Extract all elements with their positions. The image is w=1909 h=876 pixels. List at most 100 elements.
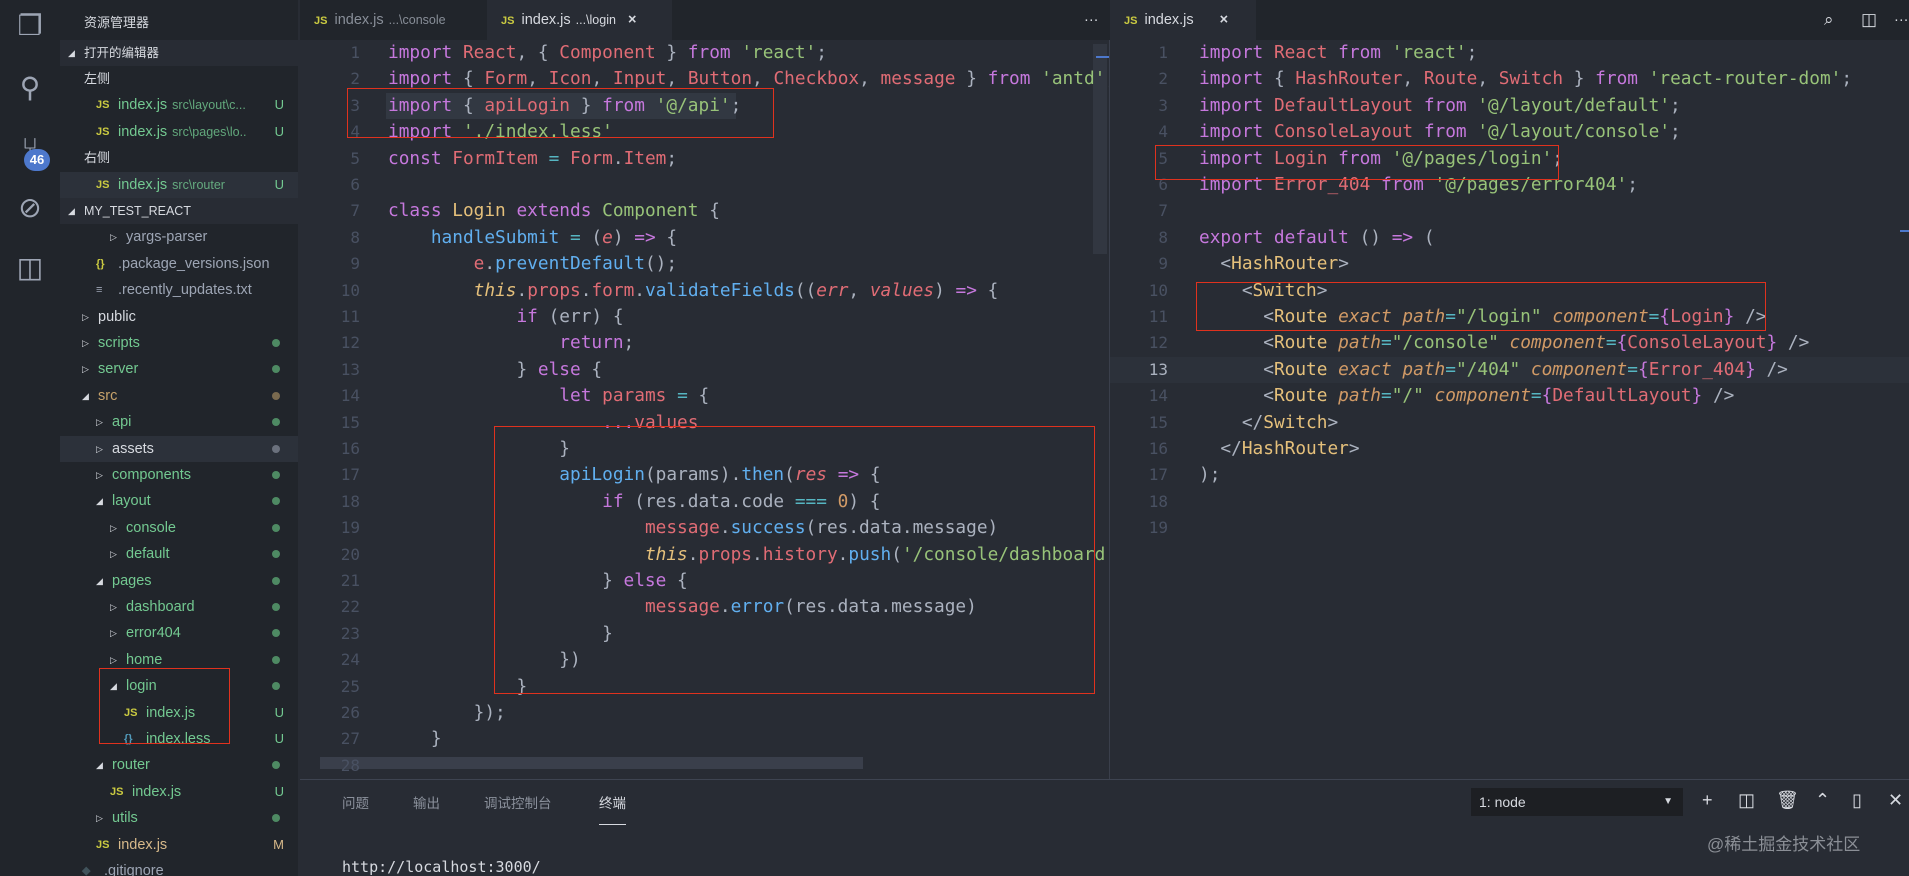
file-item[interactable]: JS index.js src\pages\lo.. U (60, 119, 298, 145)
code-line: let params = { (388, 383, 709, 409)
layout-icon[interactable]: ▯ (1852, 790, 1862, 811)
line-number: 21 (340, 571, 360, 590)
folder-item[interactable]: ▷ default (60, 541, 298, 567)
code-line: </Switch> (1199, 410, 1338, 436)
code-token: values (869, 279, 935, 301)
folder-item[interactable]: ▷ yargs-parser (60, 224, 298, 250)
tab-output[interactable]: 输出 (413, 792, 440, 812)
folder-item[interactable]: ◢ pages (60, 568, 298, 594)
line-number: 19 (340, 518, 360, 538)
search-icon[interactable]: ⚲ (12, 70, 48, 106)
highlight-box (1196, 282, 1766, 331)
code-token: { (591, 358, 603, 380)
editor-group-label[interactable]: 右侧 (60, 145, 298, 171)
open-editors-header[interactable]: ◢ 打开的编辑器 (60, 40, 298, 66)
horizontal-scrollbar[interactable] (320, 757, 863, 769)
file-item[interactable]: JS index.js M (60, 832, 298, 858)
tab-terminal[interactable]: 终端 (599, 792, 626, 825)
tab-index-login[interactable]: JS index.js ...\login × (487, 0, 672, 40)
folder-label: public (98, 308, 136, 325)
code-token: Component (559, 42, 656, 63)
close-icon[interactable]: × (628, 12, 636, 28)
js-file-icon: JS (96, 838, 110, 851)
split-icon[interactable]: ◫ (1738, 790, 1755, 811)
maximize-icon[interactable]: ⌃ (1815, 790, 1830, 811)
file-item[interactable]: ◆ .gitignore (60, 858, 298, 876)
folder-item[interactable]: ▷ server (60, 356, 298, 382)
code-token: < (1199, 358, 1274, 380)
code-token: { (1637, 358, 1649, 380)
left-editor-tabs: JS index.js ...\console JS index.js ...\logi… (300, 0, 1110, 40)
open-preview-icon[interactable]: ⌕ (1810, 0, 1834, 40)
folder-label: router (112, 757, 150, 774)
folder-item[interactable]: ◢ layout (60, 488, 298, 514)
terminal-select[interactable]: 1: node ▼ (1471, 788, 1683, 816)
code-token: (( (794, 279, 817, 301)
folder-item[interactable]: ▷ public (60, 304, 298, 330)
folder-label: pages (112, 572, 152, 589)
git-status-dot (272, 629, 280, 638)
code-line: if (err) { (388, 304, 623, 330)
trash-icon[interactable]: 🗑 (1776, 790, 1799, 811)
more-icon[interactable]: ··· (1880, 0, 1909, 40)
file-label: .gitignore (104, 863, 164, 876)
file-item[interactable]: {} .package_versions.json (60, 251, 298, 277)
split-editor-icon[interactable]: ◫ (1847, 0, 1877, 40)
code-line: } (388, 726, 442, 752)
folder-item[interactable]: ▷ scripts (60, 330, 298, 356)
folder-item[interactable]: ▷ error404 (60, 620, 298, 646)
extensions-icon[interactable]: ◫ (12, 250, 48, 286)
code-token: Icon (548, 68, 592, 90)
code-token: class (388, 200, 453, 222)
file-item[interactable]: ≡ .recently_updates.txt (60, 277, 298, 303)
folder-item[interactable]: ▷ dashboard (60, 594, 298, 620)
folder-item[interactable]: ▷ console (60, 515, 298, 541)
scroll-marker (1096, 56, 1110, 58)
folder-item[interactable]: ◢ src (60, 383, 298, 409)
debug-icon[interactable]: ⊘ (12, 190, 48, 226)
collapsed-chevron-icon: ▷ (82, 311, 89, 322)
git-status-dot (272, 682, 280, 691)
tab-router-index[interactable]: JS index.js × (1110, 0, 1256, 40)
code-line: const FormItem = Form.Item; (388, 146, 677, 172)
files-icon[interactable]: ❐ (12, 8, 48, 44)
bottom-panel: 问题 输出 调试控制台 终端 1: node ▼ + ◫ 🗑 ⌃ ▯ ✕ @稀土… (300, 779, 1909, 876)
close-icon[interactable]: ✕ (1888, 790, 1903, 811)
code-token: { (698, 385, 710, 407)
folder-item[interactable]: ▷ assets (60, 435, 298, 462)
file-path: src\layout\c... (172, 98, 246, 113)
more-icon[interactable]: ··· (1070, 0, 1099, 40)
code-token: DefaultLayout (1273, 94, 1424, 116)
folder-item[interactable]: ▷ utils (60, 805, 298, 831)
close-icon[interactable]: × (1220, 12, 1228, 28)
line-number: 14 (340, 386, 360, 406)
js-file-icon: JS (96, 99, 110, 112)
folder-label: error404 (126, 625, 181, 642)
tab-problems[interactable]: 问题 (342, 792, 369, 812)
line-number: 8 (1158, 227, 1168, 247)
project-header[interactable]: ◢ MY_TEST_REACT (60, 198, 298, 224)
code-line: this.props.form.validateFields((err, val… (388, 278, 999, 304)
add-icon[interactable]: + (1702, 790, 1713, 811)
file-item[interactable]: JS index.js src\router U (60, 171, 298, 198)
file-item[interactable]: JS index.js src\layout\c... U (60, 92, 298, 118)
line-number: 8 (350, 227, 360, 247)
code-token: < (1199, 332, 1274, 354)
code-token: props (527, 279, 581, 301)
tab-index-console[interactable]: JS index.js ...\console (300, 0, 487, 40)
code-line: <Route exact path="/404" component={Erro… (1199, 357, 1788, 383)
folder-item[interactable]: ◢ router (60, 752, 298, 778)
editor-group-label[interactable]: 左侧 (60, 66, 298, 92)
file-label: .recently_updates.txt (118, 282, 252, 299)
code-token: 'react' (1391, 42, 1467, 63)
folder-item[interactable]: ▷ api (60, 409, 298, 435)
file-item[interactable]: JS index.js U (60, 779, 298, 805)
code-token: return (559, 332, 624, 354)
code-token: , (848, 279, 870, 301)
code-token: 'react' (741, 42, 817, 63)
code-token: , (752, 68, 774, 90)
code-token: DefaultLayout (1552, 385, 1692, 407)
folder-item[interactable]: ▷ components (60, 462, 298, 488)
tab-debug-console[interactable]: 调试控制台 (484, 792, 552, 812)
